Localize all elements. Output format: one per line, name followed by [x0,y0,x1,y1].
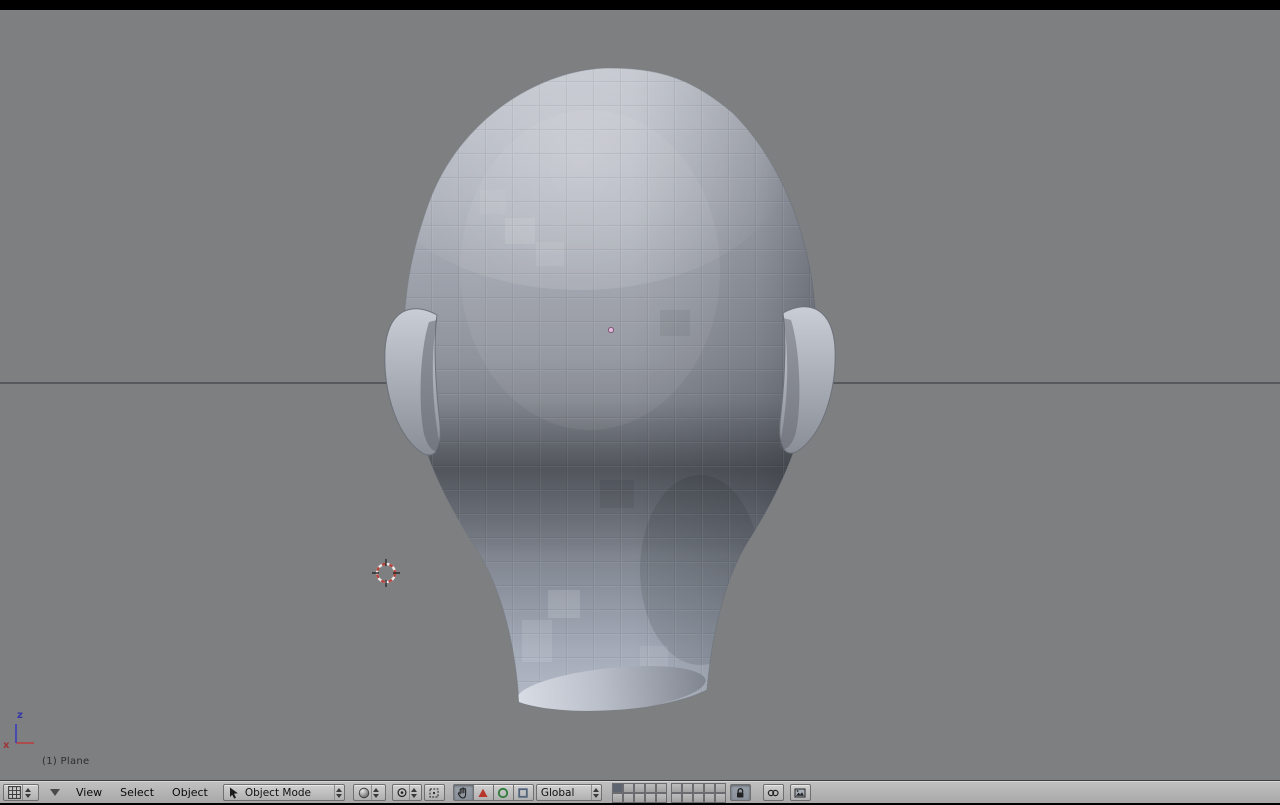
lock-icon [737,787,744,797]
layer-toggle-19[interactable] [703,792,715,803]
combo-spinner[interactable] [408,785,419,800]
scale-square-icon [518,787,529,798]
manipulator-scale-button[interactable] [512,784,534,801]
scene-canvas [0,30,1280,744]
render-preview-icon [794,788,806,797]
manipulator-toggle-group [452,784,534,801]
drawtype-solid-icon [358,787,370,798]
move-centers-icon [429,788,439,797]
viewport-3d[interactable]: x z (1) Plane [0,10,1280,781]
combo-spinner[interactable] [333,785,344,800]
layer-toggle-14[interactable] [703,782,715,793]
combo-spinner[interactable] [590,785,601,800]
cursor-3d [372,559,400,587]
grid-editor-icon [8,786,21,799]
layer-toggle-8[interactable] [633,792,645,803]
head-mesh[interactable] [370,30,836,722]
viewport-status-text: (1) Plane [42,756,90,767]
link-icon [768,789,779,796]
layer-toggle-16[interactable] [670,792,682,803]
pivot-combo[interactable] [391,784,422,801]
axis-z-label: z [17,710,23,721]
menu-object[interactable]: Object [163,782,217,803]
editor-type-combo[interactable] [3,784,39,801]
viewport-header: View Select Object Object Mode Global [0,781,1280,803]
menu-select[interactable]: Select [111,782,163,803]
layer-toggle-9[interactable] [644,792,656,803]
axis-indicator [15,724,34,744]
layer-toggle-1[interactable] [611,782,623,793]
drawtype-combo[interactable] [352,784,386,801]
object-center-dot [607,326,615,334]
hand-icon [458,787,467,799]
layer-group-1 [611,782,667,803]
manipulator-hand-button[interactable] [452,784,474,801]
menu-view[interactable]: View [67,782,111,803]
head-shading [404,68,817,711]
orientation-combo[interactable]: Global [535,784,602,801]
axis-x-label: x [3,740,10,751]
combo-spinner[interactable] [370,785,381,800]
layer-toggle-5[interactable] [655,782,667,793]
layer-toggle-4[interactable] [644,782,656,793]
layer-toggle-20[interactable] [714,792,726,803]
layer-toggle-12[interactable] [681,782,693,793]
layer-toggle-7[interactable] [622,792,634,803]
layer-toggle-2[interactable] [622,782,634,793]
pivot-median-icon [397,787,407,797]
rotate-circle-icon [498,787,509,798]
layer-toggle-11[interactable] [670,782,682,793]
collapse-menus-button[interactable] [45,784,65,801]
render-preview-button[interactable] [789,784,811,801]
layer-toggle-17[interactable] [681,792,693,803]
layer-group-2 [670,782,726,803]
orientation-combo-label: Global [540,786,575,799]
layer-toggle-15[interactable] [714,782,726,793]
mode-combo-label: Object Mode [244,786,312,799]
combo-spinner[interactable] [22,785,32,800]
layer-toggle-10[interactable] [655,792,667,803]
manipulator-translate-button[interactable] [472,784,494,801]
translate-arrow-icon [478,788,488,797]
layer-toggle-18[interactable] [692,792,704,803]
move-centers-button[interactable] [423,784,445,801]
manipulator-rotate-button[interactable] [492,784,514,801]
chevron-down-icon [50,789,60,796]
link-button[interactable] [762,784,784,801]
layer-toggle-3[interactable] [633,782,645,793]
mode-combo[interactable]: Object Mode [222,784,345,801]
layer-toggle-6[interactable] [611,792,623,803]
window-top-strip [0,0,1280,10]
lock-button[interactable] [729,784,751,801]
layer-toggle-13[interactable] [692,782,704,793]
mode-pointer-icon [229,787,238,799]
